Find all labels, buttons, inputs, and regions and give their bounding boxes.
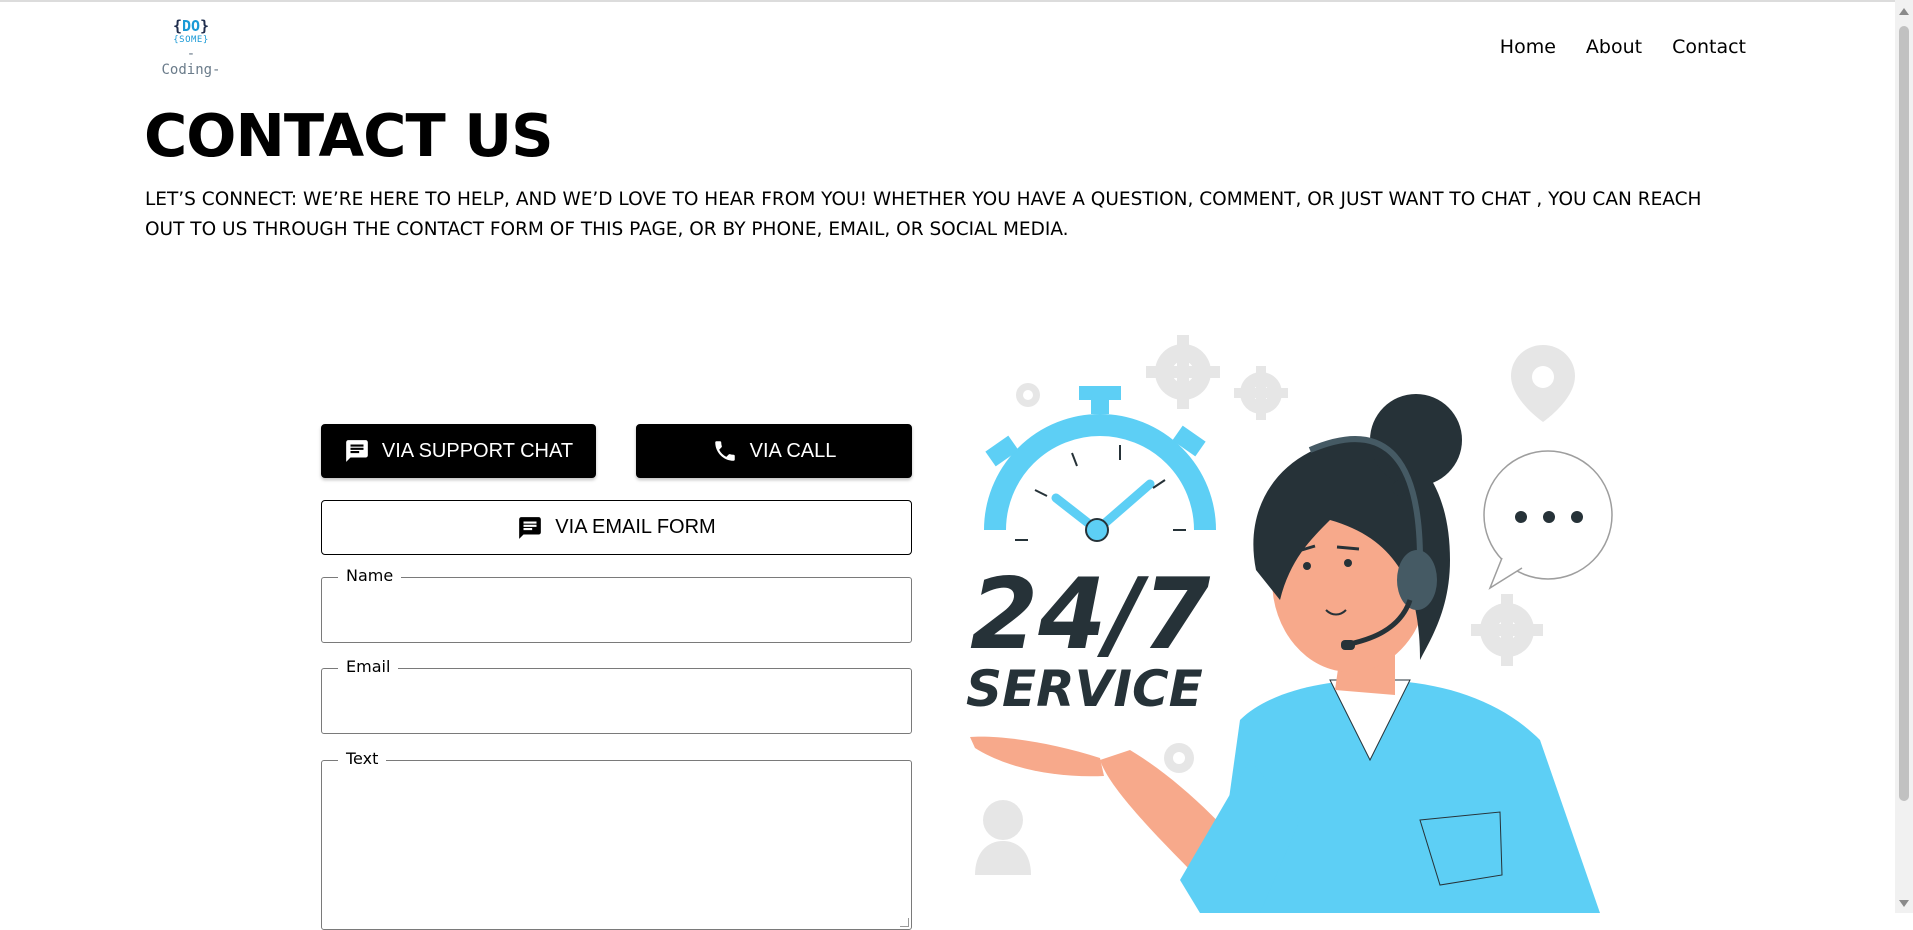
name-field: Name xyxy=(321,566,912,643)
chat-bubble-icon xyxy=(1483,450,1613,590)
main-nav: Home About Contact xyxy=(1500,36,1746,58)
via-email-form-label: VIA EMAIL FORM xyxy=(555,516,716,538)
nav-about-link[interactable]: About xyxy=(1586,36,1642,58)
gear-icon xyxy=(1471,594,1543,666)
nav-contact-link[interactable]: Contact xyxy=(1672,36,1746,58)
via-support-chat-button[interactable]: VIA SUPPORT CHAT xyxy=(321,424,596,478)
logo-line-3: -Coding- xyxy=(161,46,221,78)
illustration-subline: SERVICE xyxy=(966,660,1203,718)
site-logo[interactable]: {DO} {SOME} -Coding- xyxy=(158,17,224,78)
nav-home-link[interactable]: Home xyxy=(1500,36,1556,58)
phone-icon xyxy=(714,441,735,461)
name-input[interactable] xyxy=(322,578,911,642)
chat-icon xyxy=(519,516,542,539)
email-input[interactable] xyxy=(322,669,911,733)
page-scrollbar[interactable] xyxy=(1895,0,1913,913)
gear-icon xyxy=(1234,366,1288,420)
logo-line-1: {DO} xyxy=(172,17,210,35)
gear-icon xyxy=(1146,335,1220,409)
page-intro: LET’S CONNECT: WE’RE HERE TO HELP, AND W… xyxy=(145,189,1702,240)
via-call-button[interactable]: VIA CALL xyxy=(636,424,912,478)
scroll-down-arrow-icon[interactable] xyxy=(1899,900,1909,907)
stopwatch-icon xyxy=(984,386,1216,542)
logo-line-2: {SOME} xyxy=(173,35,209,45)
top-border xyxy=(0,0,1895,2)
via-email-form-button[interactable]: VIA EMAIL FORM xyxy=(321,500,912,555)
via-support-chat-label: VIA SUPPORT CHAT xyxy=(381,439,574,462)
user-silhouette-icon xyxy=(975,800,1031,875)
scrollbar-thumb[interactable] xyxy=(1899,26,1909,801)
resize-handle[interactable] xyxy=(900,918,909,927)
email-field: Email xyxy=(321,657,912,734)
chat-icon xyxy=(346,440,368,462)
customer-service-illustration: 24/7 SERVICE xyxy=(955,325,1635,913)
support-agent-illustration: 24/7 SERVICE xyxy=(966,335,1613,913)
gear-icon xyxy=(1016,383,1040,407)
via-call-label: VIA CALL xyxy=(749,439,837,462)
gear-icon xyxy=(1164,743,1194,773)
text-field: Text xyxy=(321,749,912,930)
scroll-up-arrow-icon[interactable] xyxy=(1899,8,1909,15)
illustration-headline: 24/7 xyxy=(970,558,1210,672)
text-textarea[interactable] xyxy=(322,761,911,929)
page-title: CONTACT US xyxy=(144,101,554,170)
